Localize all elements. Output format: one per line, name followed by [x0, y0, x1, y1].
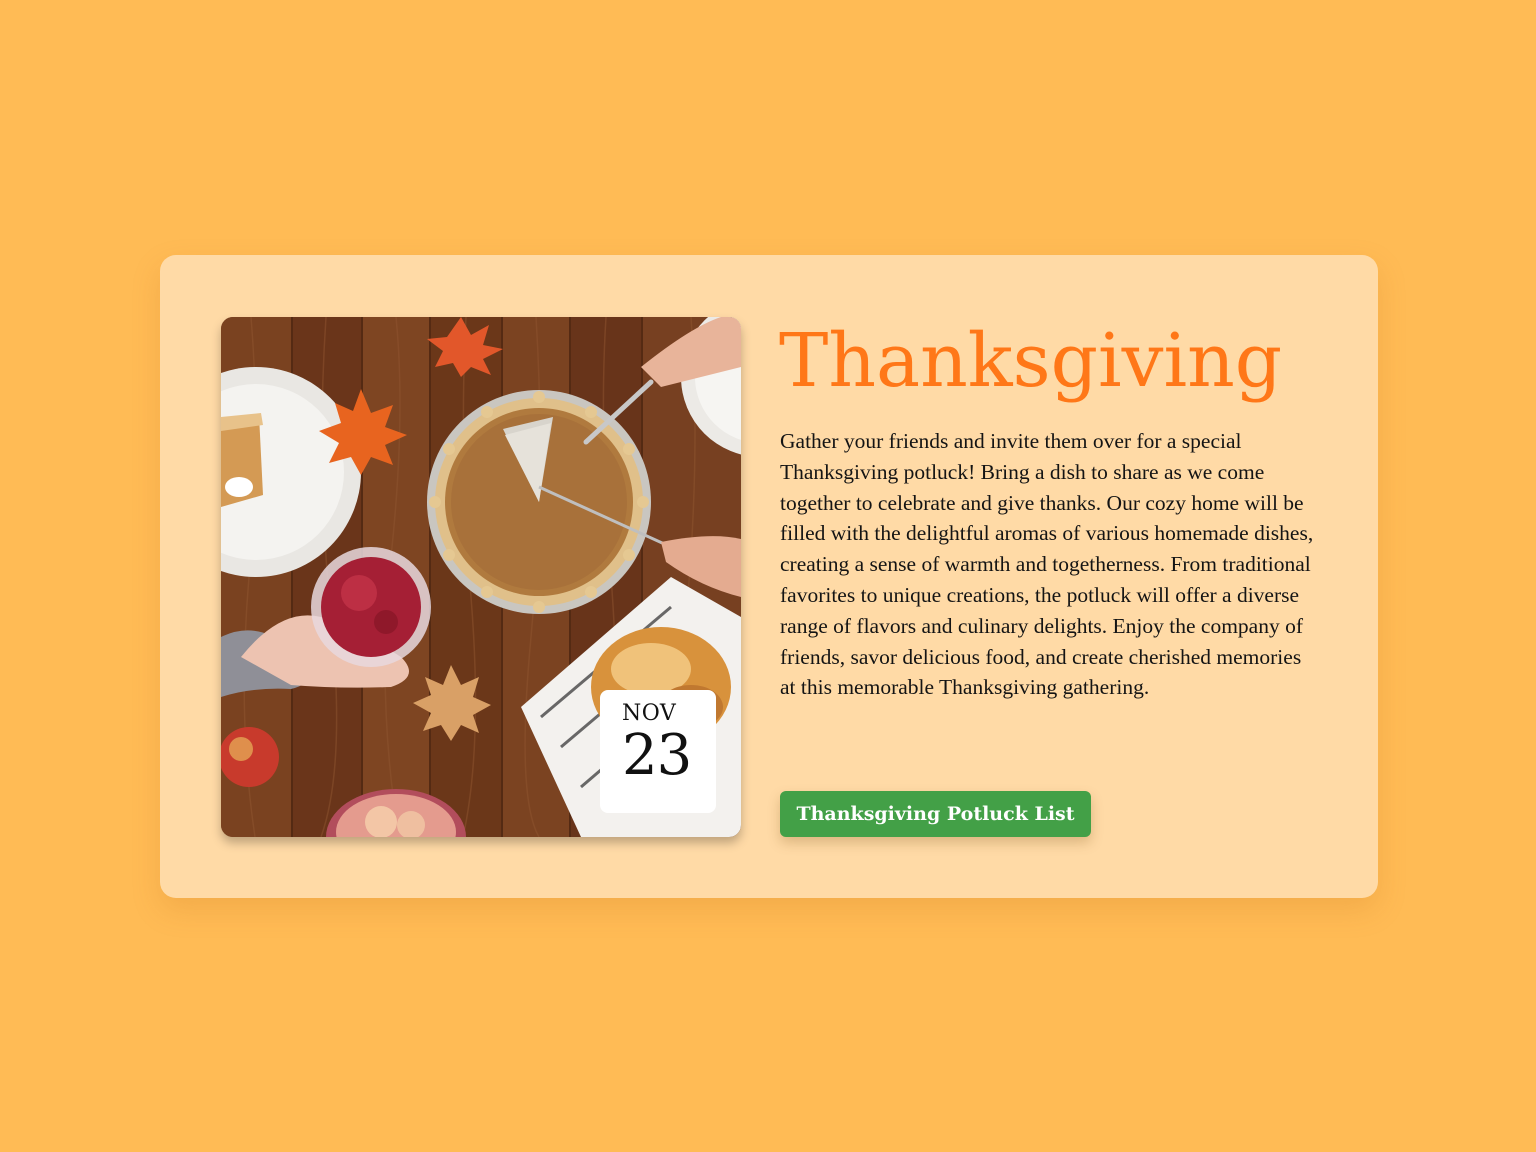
event-card: NOV 23 Thanksgiving Gather your friends … — [160, 255, 1378, 898]
date-badge: NOV 23 — [600, 690, 716, 813]
potluck-list-button[interactable]: Thanksgiving Potluck List — [780, 791, 1091, 837]
event-description: Gather your friends and invite them over… — [780, 429, 1314, 700]
event-photo: NOV 23 — [221, 317, 741, 837]
event-title: Thanksgiving — [779, 318, 1283, 404]
date-day: 23 — [622, 723, 692, 788]
